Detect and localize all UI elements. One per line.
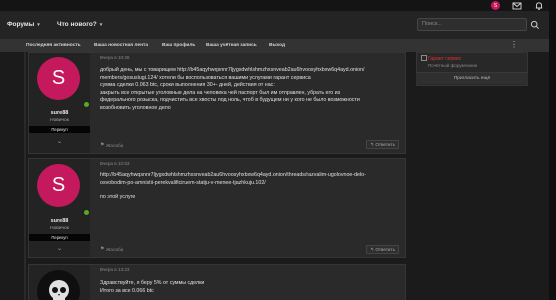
mail-icon[interactable] bbox=[512, 1, 522, 11]
report-link[interactable]: ⚑ Жалоба bbox=[100, 246, 123, 252]
author-avatar[interactable]: S bbox=[37, 57, 80, 100]
author-title: Новичок bbox=[50, 226, 69, 231]
post-2: S sure88 Новичок Перекуп ⌄ Вчера в 10:53… bbox=[28, 158, 406, 258]
post-line: федерального розыска, подчистить все хво… bbox=[100, 97, 360, 104]
author-username[interactable]: sure88 bbox=[29, 110, 90, 116]
nav-whats-new-label: Что нового? bbox=[57, 21, 97, 28]
invite-button[interactable]: Пригласить ещё bbox=[416, 72, 528, 84]
online-indicator bbox=[83, 101, 90, 108]
nav-forums-label: Форумы bbox=[7, 21, 35, 28]
user-avatar[interactable]: S bbox=[491, 1, 500, 10]
reply-button[interactable]: ↰ Ответить bbox=[366, 140, 399, 149]
chevron-down-icon: ▾ bbox=[37, 21, 40, 28]
post-line: http://b45aqyhwqsnnr7ljygxdwhlshmzhxsnve… bbox=[100, 172, 366, 178]
widget-subtitle: Почётный форумчанин bbox=[428, 63, 478, 68]
chevron-down-icon[interactable]: ⌄ bbox=[29, 245, 90, 252]
report-link[interactable]: ⚑ Жалоба bbox=[100, 142, 123, 148]
reply-button[interactable]: ↰ Ответить bbox=[366, 245, 399, 254]
post-date[interactable]: Вчера в 10:28 bbox=[100, 55, 129, 60]
main-nav: Форумы ▾ Что нового? ▾ Поиск... bbox=[0, 11, 556, 39]
nav-whats-new[interactable]: Что нового? ▾ bbox=[57, 21, 102, 28]
more-menu-icon[interactable]: ⋮ bbox=[510, 40, 518, 51]
subnav-latest-activity[interactable]: Последняя активность bbox=[26, 43, 81, 48]
widget-title[interactable]: Гарант сервис bbox=[428, 56, 461, 62]
search-input[interactable]: Поиск... bbox=[417, 18, 527, 31]
report-label: Жалоба bbox=[105, 142, 124, 148]
post-body: Здравствуйте, я беру 5% от суммы сделки … bbox=[100, 280, 400, 295]
reply-label: Ответить bbox=[375, 247, 395, 252]
author-banner: Перекуп bbox=[29, 126, 90, 133]
reply-label: Ответить bbox=[375, 142, 395, 147]
skull-icon bbox=[48, 279, 69, 300]
scrollbar[interactable] bbox=[549, 0, 556, 300]
author-title: Новичок bbox=[50, 118, 69, 123]
subnav-profile[interactable]: Ваш профиль bbox=[162, 43, 195, 48]
report-label: Жалоба bbox=[105, 246, 124, 252]
chevron-down-icon: ▾ bbox=[99, 21, 103, 28]
top-bar: S bbox=[0, 0, 556, 11]
post-line: по этой услуге bbox=[100, 194, 136, 201]
post-line: Итого за все 0.066 btc bbox=[100, 287, 154, 294]
search-icon[interactable] bbox=[530, 20, 540, 30]
post-1: S sure88 Новичок Перекуп ⌄ Вчера в 10:28… bbox=[28, 52, 406, 154]
flag-icon: ⚑ bbox=[100, 142, 105, 148]
shield-icon bbox=[421, 55, 427, 61]
author-username[interactable]: sure88 bbox=[29, 218, 90, 224]
post-line: osvobodim-po-amnistii-perekvalificiruem-… bbox=[100, 179, 266, 186]
post-line: добрый день, мы с товарищем http://b45aq… bbox=[100, 67, 365, 73]
post-3: Вчера в 13:23 Здравствуйте, я беру 5% от… bbox=[28, 264, 406, 300]
post-line: закрыть все открытые уголовные дела на ч… bbox=[100, 89, 341, 96]
post-body: http://b45aqyhwqsnnr7ljygxdwhlshmzhxsnve… bbox=[100, 172, 400, 202]
subnav-logout[interactable]: Выход bbox=[269, 43, 285, 48]
post-date[interactable]: Вчера в 13:23 bbox=[100, 267, 129, 272]
top-icons: S bbox=[491, 0, 556, 11]
post-body: добрый день, мы с товарищем http://b45aq… bbox=[100, 67, 400, 113]
content-divider bbox=[24, 52, 26, 300]
chevron-down-icon[interactable]: ⌄ bbox=[29, 138, 90, 145]
author-avatar[interactable]: S bbox=[37, 164, 80, 207]
online-indicator bbox=[83, 209, 90, 216]
post-date[interactable]: Вчера в 10:53 bbox=[100, 161, 129, 166]
post-line: возобновить уголовное дело bbox=[100, 104, 171, 111]
bell-icon[interactable] bbox=[534, 1, 544, 11]
nav-forums[interactable]: Форумы ▾ bbox=[7, 21, 40, 28]
subnav-account[interactable]: Ваша учётная запись bbox=[206, 43, 257, 48]
author-banner: Перекуп bbox=[29, 234, 90, 241]
post-line bbox=[100, 187, 400, 194]
sub-nav: Последняя активность Ваша новостная лент… bbox=[0, 39, 556, 52]
post-line: Здравствуйте, я беру 5% от суммы сделки bbox=[100, 280, 205, 286]
post-line: сумма сделки 0.063 btc, сроки выполнения… bbox=[100, 82, 275, 89]
flag-icon: ⚑ bbox=[100, 246, 105, 252]
subnav-news-feed[interactable]: Ваша новостная лента bbox=[94, 43, 148, 48]
